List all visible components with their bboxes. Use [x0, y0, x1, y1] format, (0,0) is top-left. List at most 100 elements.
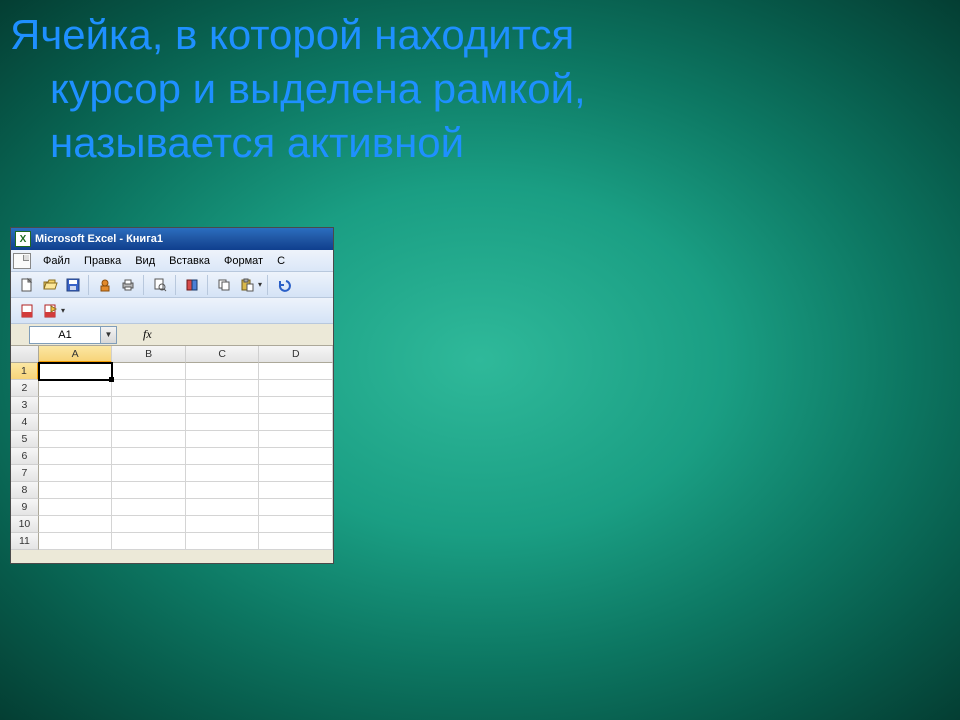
cell[interactable] — [39, 397, 113, 414]
row-header-5[interactable]: 5 — [11, 431, 39, 448]
undo-icon[interactable] — [274, 275, 294, 295]
toolbar-separator — [143, 275, 145, 295]
cell[interactable] — [259, 363, 333, 380]
row-header-6[interactable]: 6 — [11, 448, 39, 465]
cell[interactable] — [259, 431, 333, 448]
paste-dropdown-icon[interactable]: ▾ — [258, 280, 262, 289]
select-all-corner[interactable] — [11, 346, 39, 363]
cell[interactable] — [39, 533, 113, 550]
column-header-a[interactable]: A — [39, 346, 113, 363]
menu-format[interactable]: Формат — [218, 253, 269, 269]
document-icon — [13, 253, 31, 269]
grid-row: 2 — [11, 380, 333, 397]
pdf-dropdown-icon[interactable]: ▾ — [61, 306, 65, 315]
new-file-icon[interactable] — [17, 275, 37, 295]
cell[interactable] — [112, 499, 186, 516]
print-icon[interactable] — [118, 275, 138, 295]
menu-file[interactable]: Файл — [37, 253, 76, 269]
cell[interactable] — [186, 482, 260, 499]
pdf-icon[interactable] — [17, 301, 37, 321]
cell[interactable] — [112, 380, 186, 397]
toolbar-separator — [175, 275, 177, 295]
cell[interactable] — [112, 482, 186, 499]
row-header-4[interactable]: 4 — [11, 414, 39, 431]
formula-bar-row: A1 ▼ fx — [11, 324, 333, 346]
save-icon[interactable] — [63, 275, 83, 295]
pdf-mail-icon[interactable] — [40, 301, 60, 321]
cell[interactable] — [39, 465, 113, 482]
cell[interactable] — [39, 448, 113, 465]
print-preview-icon[interactable] — [150, 275, 170, 295]
cell[interactable] — [112, 414, 186, 431]
cell[interactable] — [186, 397, 260, 414]
heading-line-2: курсор и выделена рамкой, — [10, 62, 910, 116]
grid-row: 5 — [11, 431, 333, 448]
grid-row: 10 — [11, 516, 333, 533]
row-header-9[interactable]: 9 — [11, 499, 39, 516]
cell[interactable] — [186, 465, 260, 482]
window-title: Microsoft Excel - Книга1 — [35, 233, 163, 245]
column-header-d[interactable]: D — [259, 346, 333, 363]
cell[interactable] — [112, 533, 186, 550]
cell[interactable] — [186, 414, 260, 431]
cell[interactable] — [186, 380, 260, 397]
row-header-10[interactable]: 10 — [11, 516, 39, 533]
cell[interactable] — [112, 516, 186, 533]
heading-line-3: называется активной — [10, 116, 910, 170]
cell[interactable] — [39, 431, 113, 448]
menu-edit[interactable]: Правка — [78, 253, 127, 269]
fx-label[interactable]: fx — [143, 327, 152, 342]
cell[interactable] — [112, 448, 186, 465]
research-icon[interactable] — [182, 275, 202, 295]
cell[interactable] — [39, 516, 113, 533]
row-header-2[interactable]: 2 — [11, 380, 39, 397]
row-header-7[interactable]: 7 — [11, 465, 39, 482]
pdf-toolbar: ▾ — [11, 298, 333, 324]
cell[interactable] — [112, 431, 186, 448]
row-header-3[interactable]: 3 — [11, 397, 39, 414]
cell[interactable] — [39, 380, 113, 397]
cell[interactable] — [259, 465, 333, 482]
cell[interactable] — [186, 516, 260, 533]
excel-app-icon: X — [15, 231, 31, 247]
grid-row: 8 — [11, 482, 333, 499]
cell[interactable] — [112, 363, 186, 380]
cell[interactable] — [112, 397, 186, 414]
column-header-b[interactable]: B — [112, 346, 186, 363]
cell[interactable] — [112, 465, 186, 482]
cell[interactable] — [186, 533, 260, 550]
grid-row: 11 — [11, 533, 333, 550]
cell[interactable] — [39, 499, 113, 516]
permission-icon[interactable] — [95, 275, 115, 295]
cell[interactable] — [259, 414, 333, 431]
copy-icon[interactable] — [214, 275, 234, 295]
cell-a1[interactable] — [39, 363, 113, 380]
cell[interactable] — [259, 482, 333, 499]
cell[interactable] — [259, 380, 333, 397]
name-box-dropdown-icon[interactable]: ▼ — [101, 326, 117, 344]
row-header-11[interactable]: 11 — [11, 533, 39, 550]
cell[interactable] — [39, 414, 113, 431]
cell[interactable] — [186, 448, 260, 465]
cell[interactable] — [186, 363, 260, 380]
cell[interactable] — [259, 448, 333, 465]
menu-trailing[interactable]: С — [271, 253, 291, 269]
cell[interactable] — [186, 431, 260, 448]
cell[interactable] — [259, 499, 333, 516]
menu-insert[interactable]: Вставка — [163, 253, 216, 269]
menu-view[interactable]: Вид — [129, 253, 161, 269]
cell[interactable] — [259, 516, 333, 533]
cell[interactable] — [259, 533, 333, 550]
cell[interactable] — [259, 397, 333, 414]
row-header-8[interactable]: 8 — [11, 482, 39, 499]
name-box[interactable]: A1 — [29, 326, 101, 344]
paste-icon[interactable] — [237, 275, 257, 295]
grid-row: 9 — [11, 499, 333, 516]
cell[interactable] — [39, 482, 113, 499]
open-file-icon[interactable] — [40, 275, 60, 295]
column-header-c[interactable]: C — [186, 346, 260, 363]
grid-row: 4 — [11, 414, 333, 431]
cell[interactable] — [186, 499, 260, 516]
excel-app-icon-glyph: X — [20, 234, 27, 245]
row-header-1[interactable]: 1 — [11, 363, 39, 380]
